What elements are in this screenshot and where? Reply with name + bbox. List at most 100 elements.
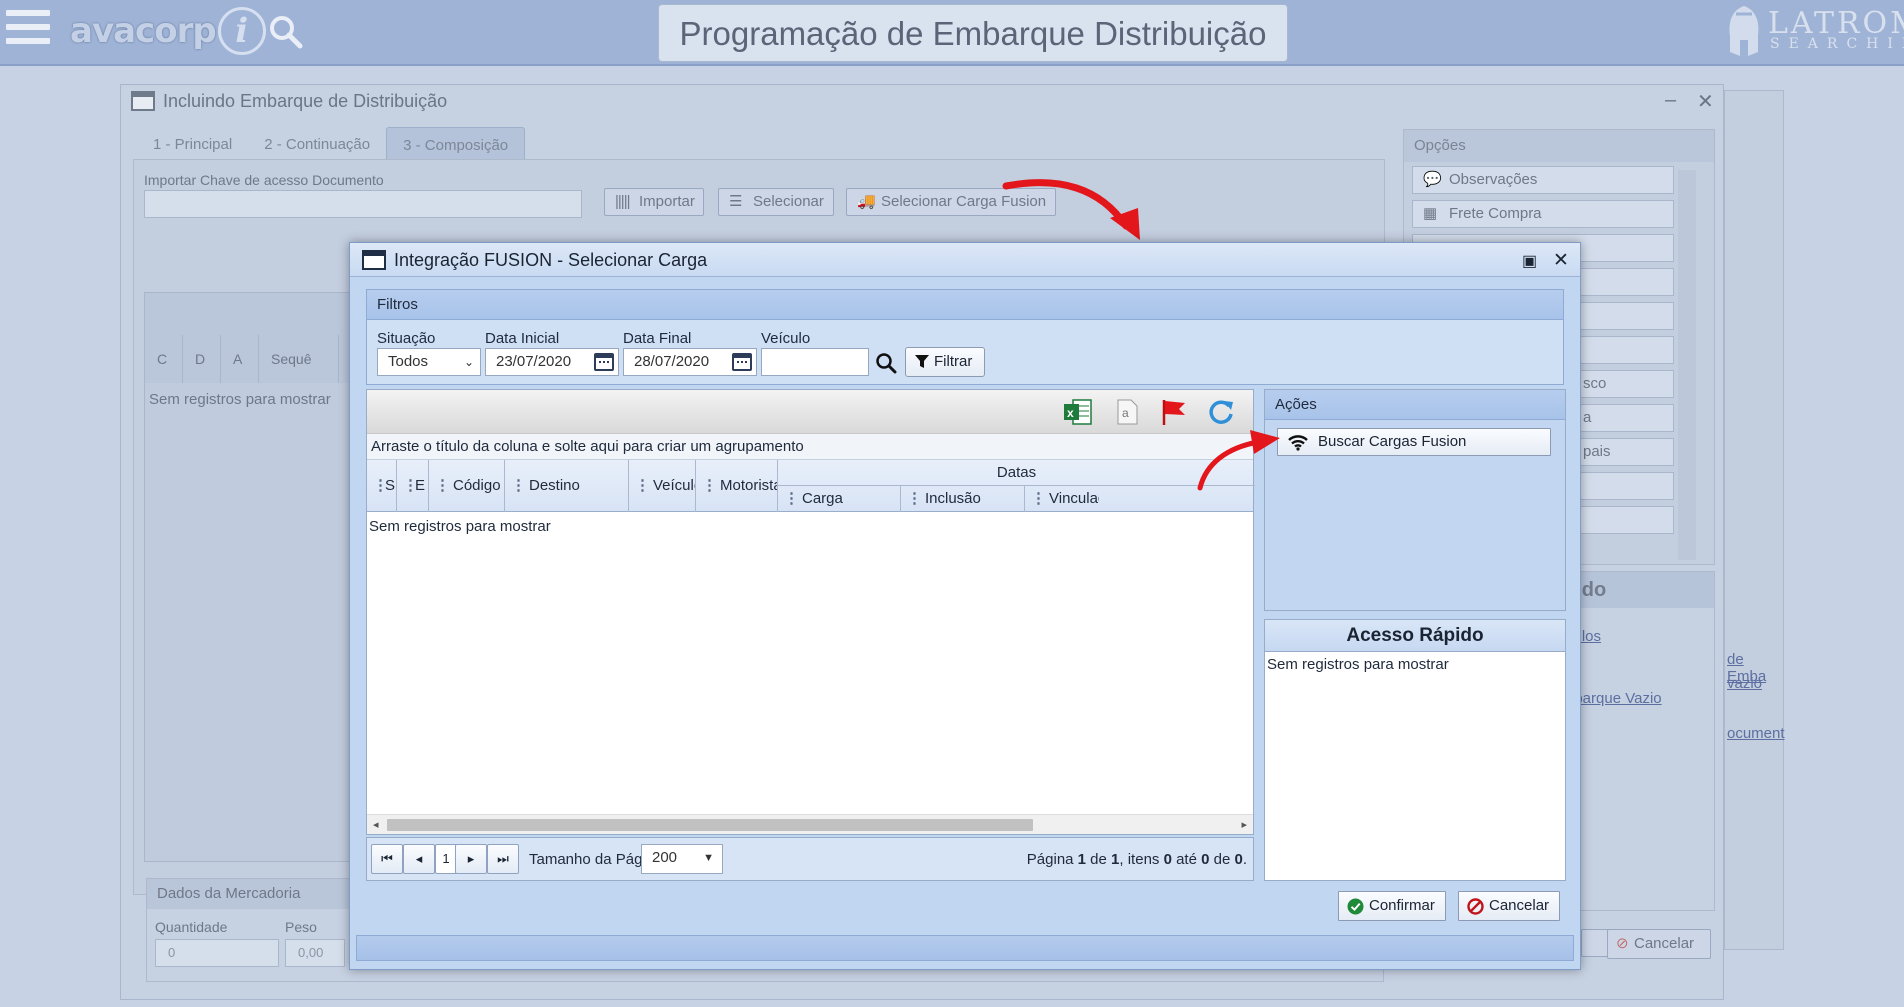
scroll-right-icon[interactable]: ▸: [1241, 818, 1247, 831]
filtrar-button[interactable]: Filtrar: [905, 347, 985, 377]
search-icon[interactable]: [268, 14, 304, 50]
pager-info-de: de: [1086, 851, 1112, 868]
filtros-panel: Filtros Situação Todos ⌄ Data Inicial 23…: [366, 289, 1564, 385]
brand-sub: SEARCHING: [1770, 36, 1904, 52]
calendar-icon[interactable]: [732, 353, 752, 371]
filter-icon: [915, 355, 929, 368]
merc-peso-value: 0,00: [298, 945, 324, 960]
app-logo[interactable]: avacorp i: [70, 6, 266, 56]
next-page-icon[interactable]: ▸: [455, 844, 487, 874]
veiculo-input[interactable]: [761, 348, 869, 376]
right-link-2[interactable]: vazio: [1727, 675, 1762, 692]
data-inicial-value: 23/07/2020: [496, 353, 572, 370]
veiculo-label: Veículo: [761, 330, 811, 347]
prev-page-icon[interactable]: ◂: [403, 844, 435, 874]
data-final-input[interactable]: 28/07/2020: [623, 348, 757, 376]
top-bar: avacorp i Programação de Embarque Distri…: [0, 0, 1904, 66]
group-by-hint[interactable]: Arraste o título da coluna e solte aqui …: [367, 434, 1253, 460]
pager-info-from: 0: [1163, 851, 1172, 868]
current-page[interactable]: 1: [435, 844, 457, 874]
col-carga[interactable]: Carga: [778, 486, 901, 512]
flag-icon[interactable]: [1159, 398, 1187, 426]
situacao-select[interactable]: Todos ⌄: [377, 348, 481, 376]
data-inicial-label: Data Inicial: [485, 330, 560, 347]
last-page-icon[interactable]: ⏭: [487, 844, 519, 874]
frete-compra-button[interactable]: ▦ Frete Compra: [1412, 200, 1674, 228]
pager-info: Página 1 de 1, itens 0 até 0 de 0.: [1027, 851, 1247, 868]
cancelar-button[interactable]: Cancelar: [1458, 891, 1560, 921]
frete-compra-label: Frete Compra: [1449, 205, 1542, 222]
bg-col-c[interactable]: C: [145, 335, 183, 383]
data-inicial-input[interactable]: 23/07/2020: [485, 348, 619, 376]
col-veiculo[interactable]: Veículo: [629, 460, 696, 512]
cancel-icon: ⊘: [1616, 935, 1629, 952]
tab-principal[interactable]: 1 - Principal: [137, 127, 248, 159]
wifi-icon: [1288, 435, 1308, 451]
scroll-left-icon[interactable]: ◂: [373, 818, 379, 831]
importar-button[interactable]: ||||| Importar: [604, 188, 704, 216]
comment-icon: 💬: [1423, 171, 1442, 188]
col-e[interactable]: E: [397, 460, 429, 512]
svg-text:x: x: [1067, 406, 1074, 420]
opcao-pais-label: pais: [1583, 443, 1611, 460]
merc-qtd-input[interactable]: 0: [155, 939, 279, 967]
merc-qtd-label: Quantidade: [155, 919, 228, 935]
tab-composicao[interactable]: 3 - Composição: [386, 127, 526, 159]
bg-col-a[interactable]: A: [221, 335, 259, 383]
first-page-icon[interactable]: ⏮: [371, 844, 403, 874]
bg-col-sequencia[interactable]: Sequê: [259, 335, 339, 383]
col-inclusao[interactable]: Inclusão: [901, 486, 1025, 512]
bg-tabs: 1 - Principal 2 - Continuação 3 - Compos…: [137, 127, 526, 159]
refresh-icon[interactable]: [1207, 398, 1235, 426]
pager-info-page: 1: [1077, 851, 1087, 868]
pager-info-prefix: Página: [1026, 851, 1078, 868]
col-motorista[interactable]: Motorista: [696, 460, 778, 512]
col-s[interactable]: S: [367, 460, 397, 512]
modal-title: Integração FUSION - Selecionar Carga: [394, 250, 708, 270]
svg-text:a: a: [1122, 406, 1129, 420]
maximize-icon[interactable]: ▣: [1522, 251, 1537, 271]
page-size-select[interactable]: 200 ▼: [641, 844, 723, 874]
close-icon[interactable]: ✕: [1553, 249, 1569, 272]
right-link-3[interactable]: ocument: [1727, 725, 1785, 742]
cancel-icon: [1467, 898, 1484, 915]
pdf-export-icon[interactable]: a: [1113, 398, 1141, 426]
tab-continuacao[interactable]: 2 - Continuação: [248, 127, 386, 159]
opcoes-scrollbar[interactable]: [1678, 170, 1696, 560]
merc-qtd-value: 0: [168, 945, 176, 960]
info-icon: i: [217, 7, 266, 55]
confirmar-label: Confirmar: [1369, 897, 1435, 914]
col-codigo[interactable]: Código E:: [429, 460, 505, 512]
grid-hscrollbar[interactable]: ◂ ▸: [367, 814, 1253, 834]
buscar-cargas-fusion-button[interactable]: Buscar Cargas Fusion: [1277, 428, 1551, 456]
fusion-modal: Integração FUSION - Selecionar Carga ▣ ✕…: [349, 242, 1581, 970]
col-destino[interactable]: Destino: [505, 460, 629, 512]
situacao-label: Situação: [377, 330, 436, 347]
col-vinculacao[interactable]: Vinculaçã: [1025, 486, 1099, 512]
import-input[interactable]: [144, 190, 582, 218]
opcao-a-label: a: [1583, 409, 1592, 426]
bg-col-d[interactable]: D: [183, 335, 221, 383]
menu-icon[interactable]: [6, 10, 50, 50]
excel-export-icon[interactable]: x: [1063, 398, 1093, 426]
calendar-icon[interactable]: [594, 353, 614, 371]
selecionar-label: Selecionar: [753, 193, 824, 210]
truck-icon: 🚚: [857, 193, 876, 210]
list-icon: ☰: [729, 193, 743, 210]
bg-cancelar-button[interactable]: ⊘ Cancelar: [1607, 929, 1711, 959]
acesso-no-records: Sem registros para mostrar: [1267, 656, 1449, 673]
scroll-thumb[interactable]: [387, 819, 1033, 831]
search-icon[interactable]: [875, 352, 897, 374]
confirmar-button[interactable]: Confirmar: [1338, 891, 1446, 921]
grid-header: S E Código E: Destino Veículo Motorista …: [367, 460, 1255, 512]
grid-toolbar: x a: [367, 390, 1253, 434]
selecionar-button[interactable]: ☰ Selecionar: [718, 188, 834, 216]
merc-peso-input[interactable]: 0,00: [285, 939, 345, 967]
window-icon: [131, 91, 155, 111]
pager-info-count: 0: [1234, 851, 1243, 868]
page-size-value: 200: [652, 849, 678, 866]
grid-no-records: Sem registros para mostrar: [369, 518, 551, 535]
observacoes-button[interactable]: 💬 Observações: [1412, 166, 1674, 194]
close-icon[interactable]: ✕: [1697, 89, 1714, 114]
minimize-icon[interactable]: –: [1665, 89, 1676, 112]
